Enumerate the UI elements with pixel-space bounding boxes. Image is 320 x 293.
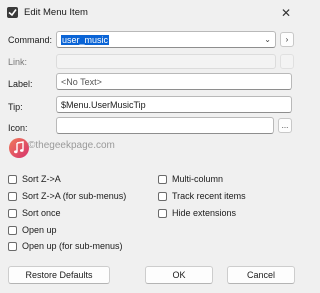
checkbox-box[interactable] — [158, 191, 167, 201]
checkbox-box[interactable] — [8, 191, 17, 201]
music-icon — [8, 137, 30, 159]
ellipsis-icon: › — [285, 35, 289, 44]
hide-extensions-checkbox[interactable]: Hide extensions — [158, 208, 236, 218]
tip-value: $Menu.UserMusicTip — [61, 100, 146, 110]
open-up-checkbox[interactable]: Open up — [8, 225, 57, 235]
command-browse-button[interactable]: › — [280, 32, 294, 47]
sort-za-submenus-checkbox[interactable]: Sort Z->A (for sub-menus) — [8, 191, 126, 201]
command-label: Command: — [8, 35, 53, 45]
link-browse-button — [280, 54, 294, 69]
close-icon[interactable]: ✕ — [276, 3, 296, 23]
tip-label: Tip: — [8, 102, 23, 112]
checkbox-box[interactable] — [8, 225, 17, 235]
checkbox-box[interactable] — [8, 241, 17, 251]
checkbox-box[interactable] — [8, 208, 17, 218]
app-icon — [6, 6, 19, 19]
sort-once-checkbox[interactable]: Sort once — [8, 208, 61, 218]
label-field[interactable]: <No Text> — [56, 73, 292, 90]
link-label: Link: — [8, 57, 28, 67]
checkbox-label: Track recent items — [172, 191, 246, 201]
icon-field[interactable] — [56, 117, 274, 134]
chevron-down-icon[interactable]: ⌄ — [264, 35, 271, 44]
command-value: user_music — [61, 35, 110, 45]
link-field — [56, 54, 276, 69]
checkbox-box[interactable] — [8, 174, 17, 184]
checkbox-label: Hide extensions — [172, 208, 237, 218]
label-label: Label: — [8, 79, 33, 89]
ok-button[interactable]: OK — [145, 266, 213, 284]
checkbox-label: Open up (for sub-menus) — [22, 241, 123, 251]
cancel-button[interactable]: Cancel — [227, 266, 295, 284]
tip-field[interactable]: $Menu.UserMusicTip — [56, 96, 292, 113]
checkbox-label: Sort once — [22, 208, 61, 218]
checkbox-box[interactable] — [158, 208, 167, 218]
watermark: ©thegeekpage.com — [28, 140, 115, 151]
multi-column-checkbox[interactable]: Multi-column — [158, 174, 223, 184]
checkbox-label: Open up — [22, 225, 57, 235]
icon-browse-button[interactable]: ... — [278, 118, 292, 133]
open-up-submenus-checkbox[interactable]: Open up (for sub-menus) — [8, 241, 123, 251]
checkbox-label: Multi-column — [172, 174, 224, 184]
label-placeholder: <No Text> — [61, 77, 102, 87]
sort-za-checkbox[interactable]: Sort Z->A — [8, 174, 61, 184]
checkbox-box[interactable] — [158, 174, 167, 184]
track-recent-items-checkbox[interactable]: Track recent items — [158, 191, 246, 201]
checkbox-label: Sort Z->A — [22, 174, 61, 184]
browse-label: ... — [281, 121, 289, 130]
window-title: Edit Menu Item — [24, 7, 88, 18]
icon-label: Icon: — [8, 123, 28, 133]
checkbox-label: Sort Z->A (for sub-menus) — [22, 191, 127, 201]
command-combobox[interactable]: user_music ⌄ — [56, 31, 276, 48]
restore-defaults-button[interactable]: Restore Defaults — [8, 266, 110, 284]
